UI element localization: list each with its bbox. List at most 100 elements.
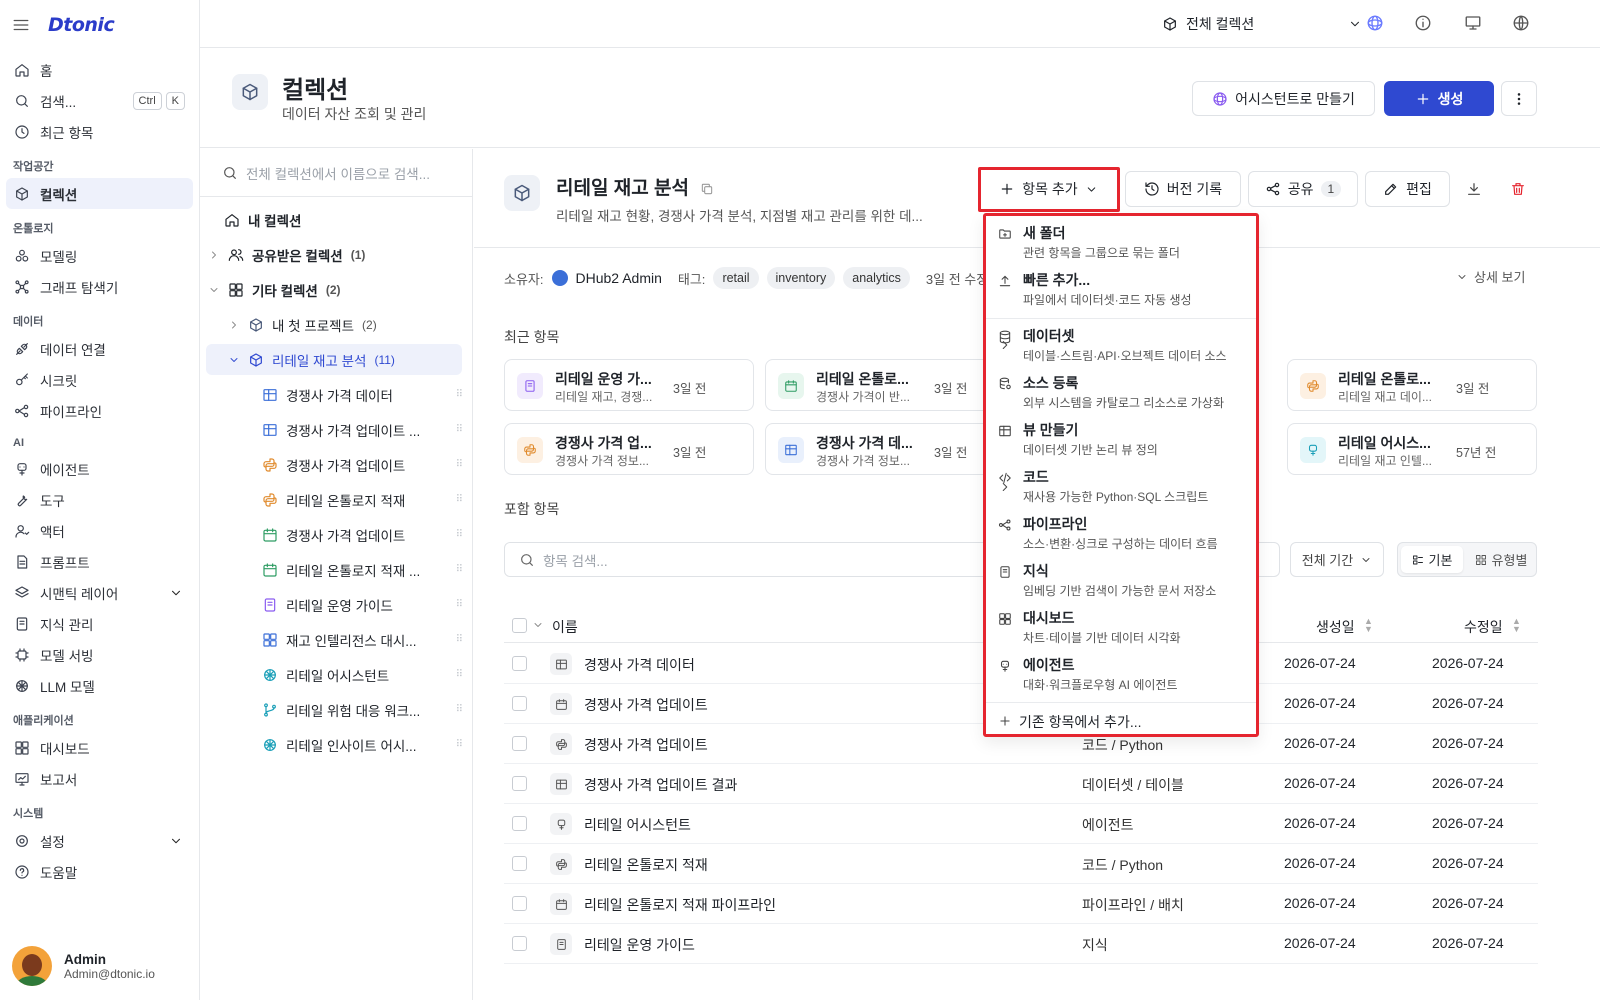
tag[interactable]: retail [713,267,759,289]
menu-item-dashboard[interactable]: 대시보드 차트·테이블 기반 데이터 시각화 [995,604,1250,650]
sidebar-item-tool[interactable]: 도구 [6,484,193,515]
view-type-tab[interactable]: 유형별 [1468,546,1534,573]
menu-item-quick-add[interactable]: 빠른 추가... 파일에서 데이터셋·코드 자동 생성 [995,266,1250,312]
col-created[interactable]: 생성일 [1316,617,1355,637]
recent-card[interactable]: 리테일 어시스... 리테일 재고 인텔... 57년 전 [1287,423,1537,475]
tree-child[interactable]: 경쟁사 가격 업데이트 ⠿ [206,449,463,480]
tree-retail[interactable]: 리테일 재고 분석 (11) [206,344,462,375]
sort-icon[interactable]: ▲ ▼ [1512,617,1521,634]
menu-item-create-view[interactable]: 뷰 만들기 데이터셋 기반 논리 뷰 정의 [995,416,1250,462]
sidebar-item-pipeline[interactable]: 파이프라인 [6,395,193,426]
tree-first-project[interactable]: 내 첫 프로젝트 (2) [206,309,462,340]
sidebar-item-help[interactable]: 도움말 [6,856,193,887]
drag-handle[interactable]: ⠿ [456,704,463,715]
tree-child[interactable]: 경쟁사 가격 업데이트 ⠿ [206,519,463,550]
tree-child[interactable]: 리테일 위험 대응 워크... ⠿ [206,694,463,725]
menu-item-new-folder[interactable]: 새 폴더 관련 항목을 그룹으로 묶는 폴더 [995,219,1250,265]
sidebar-item-recent[interactable]: 최근 항목 [6,116,193,147]
tree-other[interactable]: 기타 컬렉션 (2) [206,274,462,305]
drag-handle[interactable]: ⠿ [456,739,463,750]
table-row[interactable]: 리테일 어시스턴트 에이전트 2026-07-24 2026-07-24 [504,804,1538,844]
edit-button[interactable]: 편집 [1365,171,1450,207]
recent-card[interactable]: 경쟁사 가격 업... 경쟁사 가격 정보... 3일 전 [504,423,754,475]
sidebar-item-modeling[interactable]: 모델링 [6,240,193,271]
chevron-down-icon[interactable] [169,586,183,600]
recent-card[interactable]: 경쟁사 가격 데... 경쟁사 가격 정보... 3일 전 [765,423,1015,475]
globe-icon[interactable] [1512,14,1530,32]
detail-view-toggle[interactable]: 상세 보기 [1456,267,1525,286]
share-button[interactable]: 공유 1 [1248,171,1358,207]
chevron-right-icon[interactable] [208,249,220,261]
info-icon[interactable] [1414,14,1432,32]
row-checkbox[interactable] [512,816,527,831]
tree-child[interactable]: 리테일 온톨로지 적재 ⠿ [206,484,463,515]
row-checkbox[interactable] [512,896,527,911]
row-checkbox[interactable] [512,776,527,791]
menu-icon[interactable] [12,16,30,34]
row-checkbox[interactable] [512,856,527,871]
tree-child[interactable]: 리테일 인사이트 어시... ⠿ [206,729,463,760]
sidebar-item-knowledge[interactable]: 지식 관리 [6,608,193,639]
recent-card[interactable]: 리테일 운영 가... 리테일 재고, 경쟁... 3일 전 [504,359,754,411]
table-row[interactable]: 리테일 운영 가이드 지식 2026-07-24 2026-07-24 [504,924,1538,964]
row-checkbox[interactable] [512,936,527,951]
tree-child[interactable]: 리테일 운영 가이드 ⠿ [206,589,463,620]
tree-child[interactable]: 리테일 어시스턴트 ⠿ [206,659,463,690]
atom-icon[interactable] [1366,14,1384,32]
sidebar-item-prompt[interactable]: 프롬프트 [6,546,193,577]
sidebar-item-graph[interactable]: 그래프 탐색기 [6,271,193,302]
trash-icon[interactable] [1510,181,1526,197]
sort-icon[interactable]: ▲ ▼ [1364,617,1373,634]
sidebar-item-search[interactable]: 검색... Ctrl K [6,85,193,116]
table-row[interactable]: 리테일 온톨로지 적재 코드 / Python 2026-07-24 2026-… [504,844,1538,884]
monitor-icon[interactable] [1464,14,1482,32]
collection-select[interactable]: 전체 컬렉션 [1162,14,1362,34]
menu-item-code[interactable]: 코드 재사용 가능한 Python·SQL 스크립트 [995,463,1250,509]
tree-search[interactable]: 전체 컬렉션에서 이름으로 검색... [200,149,472,197]
tree-child[interactable]: 재고 인텔리전스 대시... ⠿ [206,624,463,655]
drag-handle[interactable]: ⠿ [456,529,463,540]
download-icon[interactable] [1466,181,1482,197]
menu-item-dataset[interactable]: 데이터셋 테이블·스트림·API·오브젝트 데이터 소스 [995,322,1250,368]
drag-handle[interactable]: ⠿ [456,634,463,645]
tree-my-collection[interactable]: 내 컬렉션 [206,204,462,235]
menu-item-knowledge[interactable]: 지식 임베딩 기반 검색이 가능한 문서 저장소 [995,557,1250,603]
tree-shared[interactable]: 공유받은 컬렉션 (1) [206,239,462,270]
select-all-checkbox[interactable] [512,618,527,633]
sidebar-item-collection[interactable]: 컬렉션 [6,178,193,209]
menu-item-source-register[interactable]: 소스 등록 외부 시스템을 카탈로그 리소스로 가상화 [995,369,1250,415]
tag[interactable]: analytics [843,267,910,289]
recent-card[interactable]: 리테일 온톨로... 리테일 재고 데이... 3일 전 [1287,359,1537,411]
version-history-button[interactable]: 버전 기록 [1125,171,1241,207]
user-profile[interactable]: Admin Admin@dtonic.io [12,946,155,986]
drag-handle[interactable]: ⠿ [456,424,463,435]
tree-child[interactable]: 경쟁사 가격 업데이트 ... ⠿ [206,414,463,445]
sidebar-item-llm[interactable]: LLM 모델 [6,670,193,701]
drag-handle[interactable]: ⠿ [456,459,463,470]
tree-child[interactable]: 경쟁사 가격 데이터 ⠿ [206,379,463,410]
drag-handle[interactable]: ⠿ [456,599,463,610]
sidebar-item-semantic[interactable]: 시맨틱 레이어 [6,577,193,608]
sidebar-item-report[interactable]: 보고서 [6,763,193,794]
chevron-down-icon[interactable] [532,619,544,631]
more-options-button[interactable] [1501,81,1537,116]
sidebar-item-serving[interactable]: 모델 서빙 [6,639,193,670]
menu-item-agent[interactable]: 에이전트 대화·워크플로우형 AI 에이전트 [995,651,1250,697]
drag-handle[interactable]: ⠿ [456,564,463,575]
app-logo[interactable]: Dtonic [48,14,115,36]
table-row[interactable]: 리테일 온톨로지 적재 파이프라인 파이프라인 / 배치 2026-07-24 … [504,884,1538,924]
sidebar-item-connect[interactable]: 데이터 연결 [6,333,193,364]
chevron-right-icon[interactable] [228,319,240,331]
sidebar-item-dashboard[interactable]: 대시보드 [6,732,193,763]
menu-item-add-existing[interactable]: 기존 항목에서 추가... [995,706,1250,736]
row-checkbox[interactable] [512,656,527,671]
tree-child[interactable]: 리테일 온톨로지 적재 ... ⠿ [206,554,463,585]
drag-handle[interactable]: ⠿ [456,389,463,400]
row-checkbox[interactable] [512,696,527,711]
col-name[interactable]: 이름 [552,617,578,637]
period-filter[interactable]: 전체 기간 [1290,542,1384,577]
sidebar-item-actor[interactable]: 액터 [6,515,193,546]
table-row[interactable]: 경쟁사 가격 업데이트 결과 데이터셋 / 테이블 2026-07-24 202… [504,764,1538,804]
row-checkbox[interactable] [512,736,527,751]
chevron-down-icon[interactable] [169,834,183,848]
